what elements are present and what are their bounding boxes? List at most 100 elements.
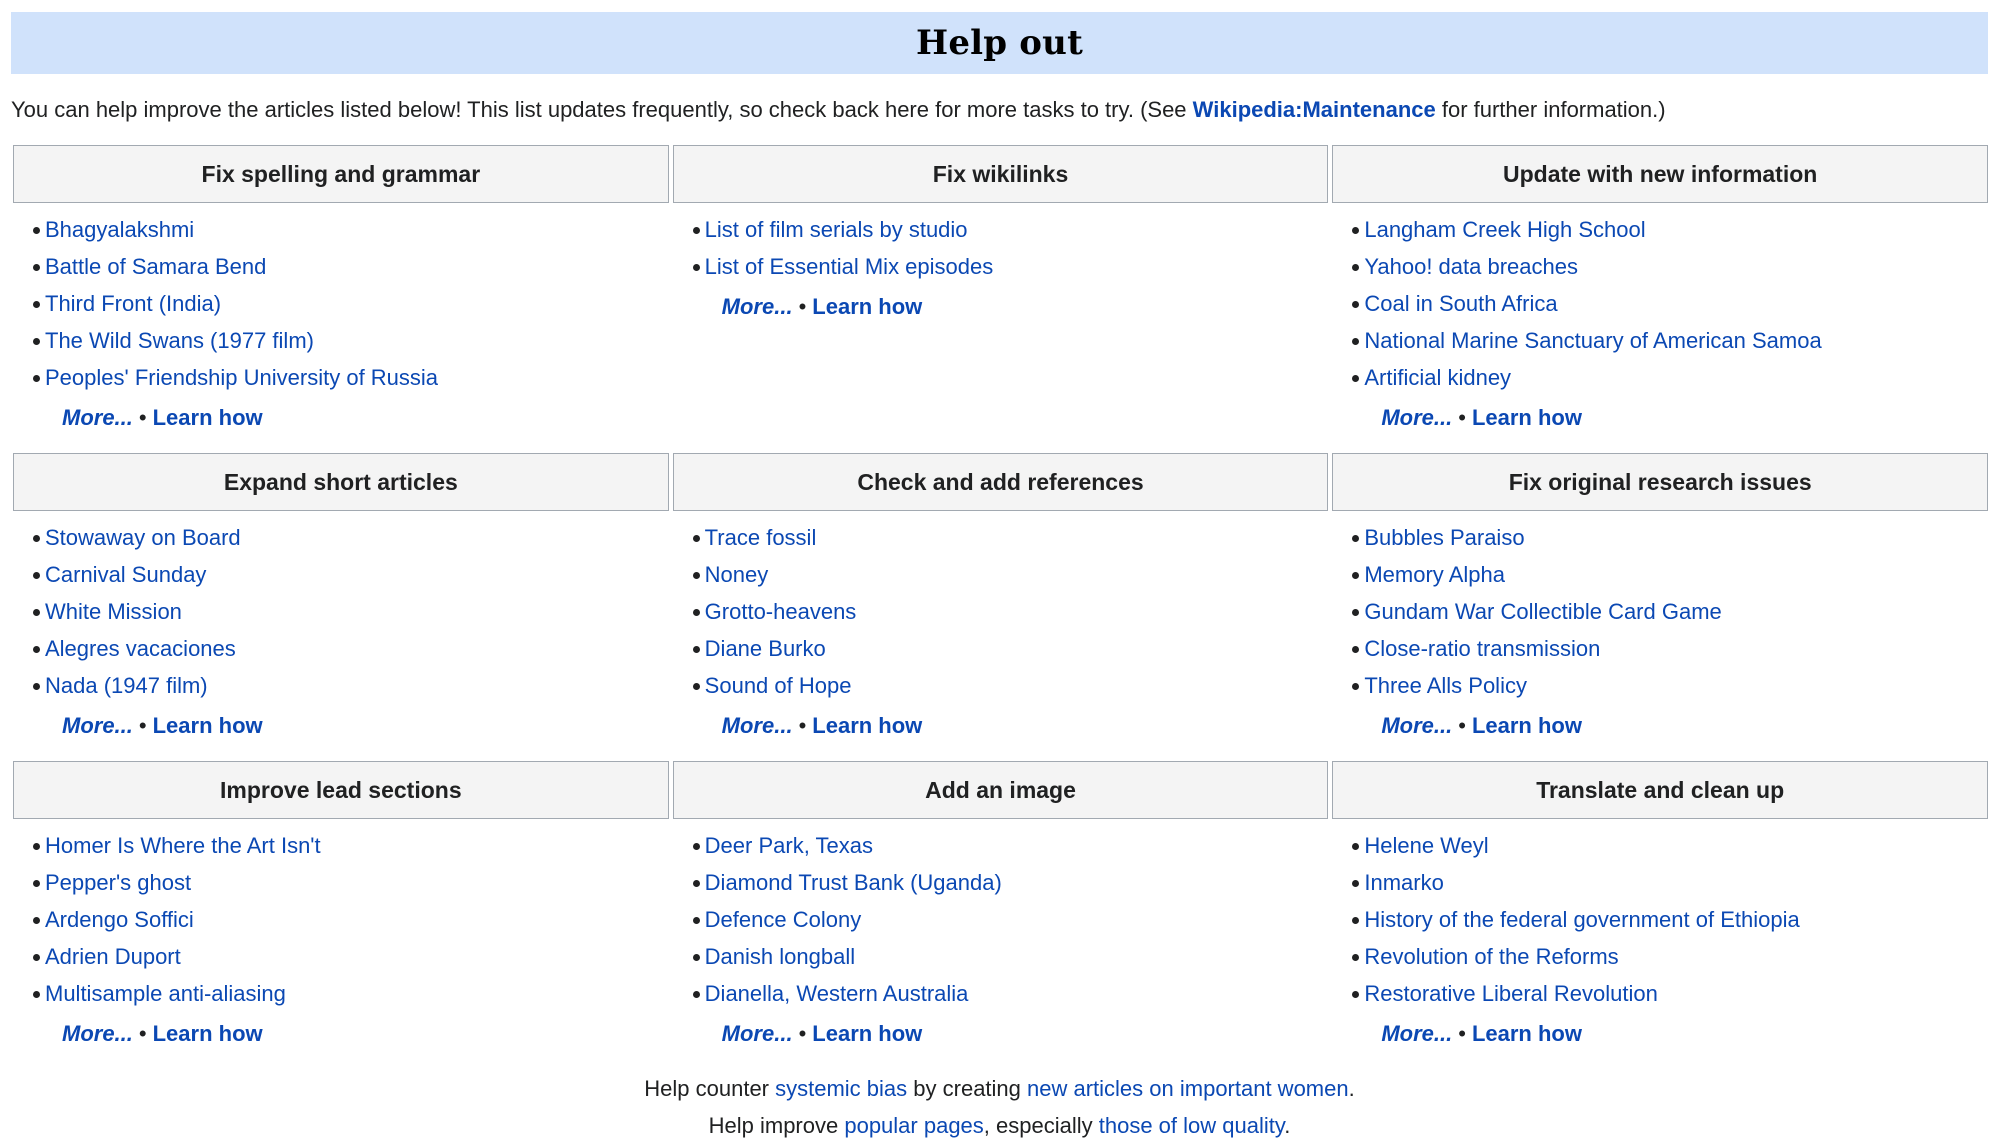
article-link[interactable]: Three Alls Policy xyxy=(1364,671,1527,701)
article-link[interactable]: Deer Park, Texas xyxy=(705,831,873,861)
article-link[interactable]: National Marine Sanctuary of American Sa… xyxy=(1364,326,1821,356)
learn-how-link[interactable]: Learn how xyxy=(812,713,922,738)
section-header: Fix spelling and grammar xyxy=(13,145,669,203)
section-original-research: Fix original research issues Bubbles Para… xyxy=(1332,453,1989,761)
article-link[interactable]: List of Essential Mix episodes xyxy=(705,252,994,282)
article-link[interactable]: Sound of Hope xyxy=(705,671,852,701)
bullet-icon xyxy=(692,227,700,234)
article-link[interactable]: Third Front (India) xyxy=(45,289,221,319)
section-footer: More... • Learn how xyxy=(62,403,438,433)
article-list: Helene Weyl Inmarko History of the federal… xyxy=(1352,831,1800,1049)
article-link[interactable]: Battle of Samara Bend xyxy=(45,252,266,282)
bullet-icon xyxy=(692,572,700,579)
list-item: White Mission xyxy=(33,597,263,634)
bullet-icon xyxy=(692,264,700,271)
article-link[interactable]: Grotto-heavens xyxy=(705,597,857,627)
article-link[interactable]: Artificial kidney xyxy=(1364,363,1511,393)
more-link[interactable]: More... xyxy=(722,713,793,738)
bullet-icon xyxy=(1352,301,1360,308)
article-link[interactable]: History of the federal government of Eth… xyxy=(1364,905,1799,935)
bullet-icon xyxy=(33,880,40,887)
more-link[interactable]: More... xyxy=(1381,713,1452,738)
bullet-icon xyxy=(33,375,40,382)
bullet-icon xyxy=(1352,683,1360,690)
learn-how-link[interactable]: Learn how xyxy=(153,1021,263,1046)
article-link[interactable]: White Mission xyxy=(45,597,182,627)
bullet-icon xyxy=(692,954,700,961)
list-item: Noney xyxy=(692,560,923,597)
learn-how-link[interactable]: Learn how xyxy=(153,405,263,430)
more-link[interactable]: More... xyxy=(62,405,133,430)
popular-pages-link[interactable]: popular pages xyxy=(844,1113,983,1138)
article-link[interactable]: Bubbles Paraiso xyxy=(1364,523,1524,553)
article-link[interactable]: List of film serials by studio xyxy=(705,215,968,245)
separator-dot-icon: • xyxy=(798,294,807,319)
list-item: Langham Creek High School xyxy=(1352,215,1821,252)
article-link[interactable]: The Wild Swans (1977 film) xyxy=(45,326,314,356)
article-link[interactable]: Diamond Trust Bank (Uganda) xyxy=(705,868,1002,898)
list-item: Pepper's ghost xyxy=(33,868,321,905)
popular-text-3: . xyxy=(1284,1113,1291,1138)
maintenance-link[interactable]: Wikipedia:Maintenance xyxy=(1193,97,1436,122)
article-link[interactable]: Restorative Liberal Revolution xyxy=(1364,979,1658,1009)
article-link[interactable]: Revolution of the Reforms xyxy=(1364,942,1618,972)
bullet-icon xyxy=(33,991,40,998)
learn-how-link[interactable]: Learn how xyxy=(1472,713,1582,738)
article-link[interactable]: Nada (1947 film) xyxy=(45,671,208,701)
systemic-bias-link[interactable]: systemic bias xyxy=(775,1076,907,1101)
more-link[interactable]: More... xyxy=(62,713,133,738)
more-link[interactable]: More... xyxy=(62,1021,133,1046)
list-item: Carnival Sunday xyxy=(33,560,263,597)
article-link[interactable]: Ardengo Soffici xyxy=(45,905,194,935)
learn-how-link[interactable]: Learn how xyxy=(1472,405,1582,430)
list-item: Grotto-heavens xyxy=(692,597,923,634)
article-link[interactable]: Homer Is Where the Art Isn't xyxy=(45,831,321,861)
article-link[interactable]: Inmarko xyxy=(1364,868,1443,898)
bullet-icon xyxy=(33,954,40,961)
article-link[interactable]: Stowaway on Board xyxy=(45,523,241,553)
more-link[interactable]: More... xyxy=(1381,405,1452,430)
learn-how-link[interactable]: Learn how xyxy=(1472,1021,1582,1046)
more-link[interactable]: More... xyxy=(722,1021,793,1046)
article-link[interactable]: Multisample anti-aliasing xyxy=(45,979,286,1009)
section-header: Expand short articles xyxy=(13,453,669,511)
article-link[interactable]: Defence Colony xyxy=(705,905,862,935)
article-list: Stowaway on Board Carnival Sunday White Mi… xyxy=(33,523,263,741)
article-link[interactable]: Dianella, Western Australia xyxy=(705,979,969,1009)
low-quality-link[interactable]: those of low quality xyxy=(1099,1113,1284,1138)
article-link[interactable]: Adrien Duport xyxy=(45,942,181,972)
learn-how-link[interactable]: Learn how xyxy=(812,294,922,319)
learn-how-link[interactable]: Learn how xyxy=(812,1021,922,1046)
article-link[interactable]: Noney xyxy=(705,560,769,590)
section-footer: More... • Learn how xyxy=(62,1019,321,1049)
article-link[interactable]: Pepper's ghost xyxy=(45,868,191,898)
article-link[interactable]: Close-ratio transmission xyxy=(1364,634,1600,664)
article-link[interactable]: Bhagyalakshmi xyxy=(45,215,194,245)
separator-dot-icon: • xyxy=(798,1021,807,1046)
article-link[interactable]: Trace fossil xyxy=(705,523,817,553)
bullet-icon xyxy=(1352,991,1360,998)
section-improve-lead: Improve lead sections Homer Is Where the … xyxy=(13,761,669,1069)
popular-text-1: Help improve xyxy=(708,1113,845,1138)
article-link[interactable]: Coal in South Africa xyxy=(1364,289,1557,319)
article-link[interactable]: Memory Alpha xyxy=(1364,560,1505,590)
article-link[interactable]: Yahoo! data breaches xyxy=(1364,252,1578,282)
more-link[interactable]: More... xyxy=(1381,1021,1452,1046)
article-link[interactable]: Langham Creek High School xyxy=(1364,215,1645,245)
article-link[interactable]: Danish longball xyxy=(705,942,855,972)
article-link[interactable]: Gundam War Collectible Card Game xyxy=(1364,597,1721,627)
article-link[interactable]: Alegres vacaciones xyxy=(45,634,236,664)
learn-how-link[interactable]: Learn how xyxy=(153,713,263,738)
separator-dot-icon: • xyxy=(798,713,807,738)
more-link[interactable]: More... xyxy=(722,294,793,319)
list-item: Alegres vacaciones xyxy=(33,634,263,671)
bullet-icon xyxy=(1352,535,1360,542)
list-item: Defence Colony xyxy=(692,905,1002,942)
separator-dot-icon: • xyxy=(138,1021,147,1046)
article-link[interactable]: Peoples' Friendship University of Russia xyxy=(45,363,438,393)
important-women-link[interactable]: new articles on important women xyxy=(1027,1076,1349,1101)
article-link[interactable]: Diane Burko xyxy=(705,634,826,664)
bullet-icon xyxy=(1352,880,1360,887)
article-link[interactable]: Helene Weyl xyxy=(1364,831,1488,861)
article-link[interactable]: Carnival Sunday xyxy=(45,560,206,590)
